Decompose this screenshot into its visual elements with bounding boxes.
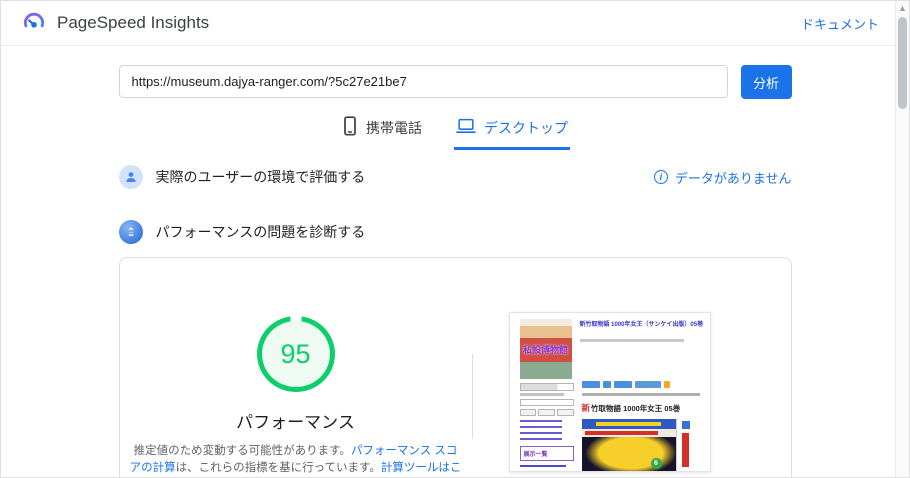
- performance-score: 95: [280, 338, 311, 369]
- thumb-cover-top-band: [581, 419, 676, 429]
- score-description: 推定値のため変動する可能性があります。パフォーマンス スコアの計算は、これらの指…: [130, 443, 462, 477]
- app-header: PageSpeed Insights ドキュメント: [1, 1, 909, 46]
- device-tabs: 携帯電話 デスクトップ: [119, 112, 792, 150]
- diagnose-performance-icon: [118, 220, 143, 244]
- thumb-site-title: 私設博物館: [522, 344, 568, 355]
- score-column: 95 パフォーマンス 推定値のため変動する可能性があります。パフォーマンス スコ…: [120, 258, 472, 477]
- url-input[interactable]: [118, 65, 728, 98]
- thumb-button-row: [519, 409, 574, 416]
- mobile-phone-icon: [342, 116, 358, 139]
- brand: PageSpeed Insights: [21, 8, 209, 39]
- scrollbar-thumb[interactable]: [898, 17, 907, 109]
- thumb-cover-title-band: [581, 429, 676, 437]
- section-field-data: 実際のユーザーの環境で評価する i データがありません: [118, 161, 792, 193]
- performance-report-card: 95 パフォーマンス 推定値のため変動する可能性があります。パフォーマンス スコ…: [118, 257, 792, 477]
- tab-mobile-label: 携帯電話: [366, 119, 422, 136]
- vertical-divider: [471, 354, 473, 439]
- page-scrollbar[interactable]: ▲: [895, 1, 909, 477]
- thumb-sidebar: 展示一覧: [519, 383, 574, 471]
- thumb-tag-bar: [581, 393, 700, 396]
- app-title: PageSpeed Insights: [57, 13, 210, 32]
- desktop-icon: [456, 117, 476, 138]
- section-lab-data: パフォーマンスの問題を診断する: [118, 216, 792, 248]
- section-lab-title: パフォーマンスの問題を診断する: [155, 224, 366, 240]
- url-analyze-row: 分析: [118, 65, 792, 99]
- performance-label: パフォーマンス: [236, 413, 355, 432]
- thumb-breadcrumb-bar: [579, 339, 684, 342]
- main-content: 分析 携帯電話 デスクトップ: [118, 65, 792, 477]
- performance-gauge-inner: 95: [261, 321, 330, 387]
- thumb-link-list-2: [519, 465, 566, 471]
- page-screenshot-thumbnail: 私設博物館 新竹取物語 1000年女王（サンケイ出版）05巻 展示一覧 新 竹取…: [508, 312, 711, 472]
- thumb-text-bar: [519, 393, 564, 396]
- real-users-icon: [118, 165, 143, 189]
- no-data-status[interactable]: i データがありません: [653, 168, 792, 187]
- tab-desktop[interactable]: デスクトップ: [454, 112, 570, 150]
- thumb-cover-volume-badge: 6: [650, 458, 662, 469]
- thumb-cover-art: 6: [581, 419, 676, 471]
- thumb-select-box: [519, 383, 574, 391]
- thumb-article-heading: 新 竹取物語 1000年女王 05巻: [582, 402, 704, 414]
- tab-desktop-label: デスクトップ: [484, 119, 568, 136]
- section-field-title: 実際のユーザーの環境で評価する: [155, 169, 366, 185]
- thumb-mascot-image: 私設博物館: [519, 319, 572, 379]
- thumb-comic-cover-image: 6: [581, 419, 694, 471]
- desc-text-1: 推定値のため変動する可能性があります。: [133, 445, 351, 457]
- analyze-button[interactable]: 分析: [740, 65, 792, 99]
- thumb-search-box: [519, 399, 574, 406]
- info-icon: i: [653, 170, 668, 184]
- tab-mobile[interactable]: 携帯電話: [340, 112, 424, 150]
- thumb-heading-text: 竹取物語 1000年女王 05巻: [591, 404, 681, 413]
- thumb-page-title: 新竹取物語 1000年女王（サンケイ出版）05巻: [579, 322, 704, 328]
- thumb-link-list: [519, 420, 562, 442]
- thumb-cover-character: [581, 437, 676, 471]
- desc-text-2: は、これらの指標を基に行っています。: [175, 462, 381, 474]
- pagespeed-insights-app: PageSpeed Insights ドキュメント ▲ 分析 携帯電話: [0, 0, 910, 478]
- no-data-label: データがありません: [674, 170, 792, 186]
- documentation-link[interactable]: ドキュメント: [801, 14, 879, 33]
- thumb-exhibit-box: 展示一覧: [519, 446, 574, 461]
- scrollbar-up-arrow-icon[interactable]: ▲: [896, 1, 909, 13]
- thumb-cover-spine: [675, 419, 694, 471]
- pagespeed-logo-icon: [21, 8, 47, 39]
- thumb-main-content: 新 竹取物語 1000年女王 05巻 6: [581, 381, 704, 471]
- performance-gauge: 95: [256, 316, 335, 392]
- thumb-share-buttons: [581, 381, 704, 388]
- thumb-new-badge: 新: [581, 403, 591, 413]
